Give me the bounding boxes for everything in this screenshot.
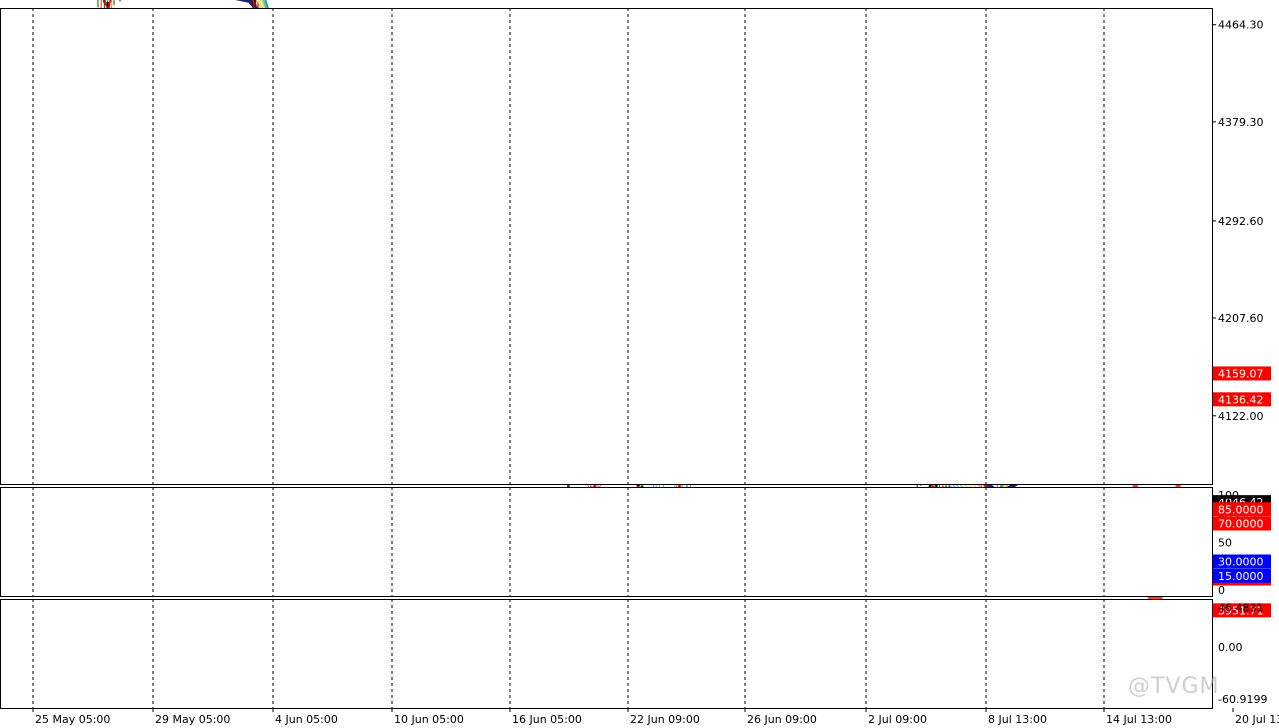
rsi-level-label: 70.0000 — [1218, 518, 1264, 531]
x-tick-label: 8 Jul 13:00 — [988, 713, 1047, 726]
price-level-label: 4136.42 — [1218, 393, 1264, 406]
macd-tick-label: 0.00 — [1218, 641, 1243, 654]
rsi-level-label: 15.0000 — [1218, 570, 1264, 583]
rsi-level-label: 30.0000 — [1218, 556, 1264, 569]
x-tick-label: 16 Jun 05:00 — [512, 713, 582, 726]
x-tick-label: 2 Jul 09:00 — [868, 713, 927, 726]
chart-canvas: 4721.004634.304549.304464.304379.304292.… — [0, 0, 1279, 726]
rsi-level-label: 85.0000 — [1218, 503, 1264, 516]
macd-frame — [0, 599, 1213, 709]
x-tick-label: 22 Jun 09:00 — [630, 713, 700, 726]
price-tick-label: 4207.60 — [1218, 312, 1264, 325]
price-frame — [0, 8, 1213, 485]
price-tick-label: 4292.60 — [1218, 215, 1264, 228]
price-tick-label: 4122.00 — [1218, 410, 1264, 423]
x-tick-label: 14 Jul 13:00 — [1106, 713, 1172, 726]
watermark-logo: @TVGM — [1128, 674, 1220, 699]
rsi-frame — [0, 487, 1213, 597]
macd-tick-label: -60.9199 — [1218, 693, 1267, 706]
x-tick-label: 10 Jun 05:00 — [394, 713, 464, 726]
x-tick-label: 20 Jul 13:00 — [1235, 713, 1279, 726]
price-tick-label: 4464.30 — [1218, 19, 1264, 32]
rsi-tick-label: 50 — [1218, 537, 1232, 550]
axes: 4721.004634.304549.304464.304379.304292.… — [0, 8, 1279, 726]
price-tick-label: 4379.30 — [1218, 116, 1264, 129]
x-tick-label: 29 May 05:00 — [155, 713, 230, 726]
price-level-label: 4159.07 — [1218, 367, 1264, 380]
x-tick-label: 4 Jun 05:00 — [275, 713, 338, 726]
x-tick-label: 26 Jun 09:00 — [747, 713, 817, 726]
rsi-tick-label: 100 — [1218, 489, 1239, 502]
rsi-tick-label: 0 — [1218, 584, 1225, 597]
x-tick-label: 25 May 05:00 — [35, 713, 110, 726]
macd-tick-label: 46.4831 — [1218, 601, 1264, 614]
